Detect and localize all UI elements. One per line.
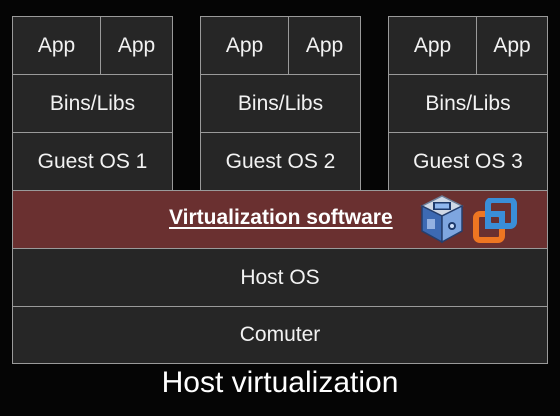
app-box: App — [388, 16, 477, 75]
app-box: App — [100, 16, 173, 75]
virtualization-label: Virtualization software — [169, 206, 393, 229]
app-box: App — [12, 16, 101, 75]
computer-box: Comuter — [12, 306, 548, 364]
vmware-icon — [473, 198, 517, 243]
app-box: App — [476, 16, 548, 75]
guest-os-box: Guest OS 3 — [388, 132, 548, 191]
host-os-box: Host OS — [12, 248, 548, 307]
bins-libs-box: Bins/Libs — [200, 74, 361, 133]
virtualization-layer: Virtualization software — [12, 190, 548, 249]
guest-os-box: Guest OS 2 — [200, 132, 361, 191]
guest-os-box: Guest OS 1 — [12, 132, 173, 191]
bins-libs-box: Bins/Libs — [12, 74, 173, 133]
diagram-caption: Host virtualization — [161, 366, 399, 399]
bins-libs-box: Bins/Libs — [388, 74, 548, 133]
app-box: App — [200, 16, 289, 75]
app-box: App — [288, 16, 361, 75]
virtualbox-icon — [420, 195, 464, 244]
